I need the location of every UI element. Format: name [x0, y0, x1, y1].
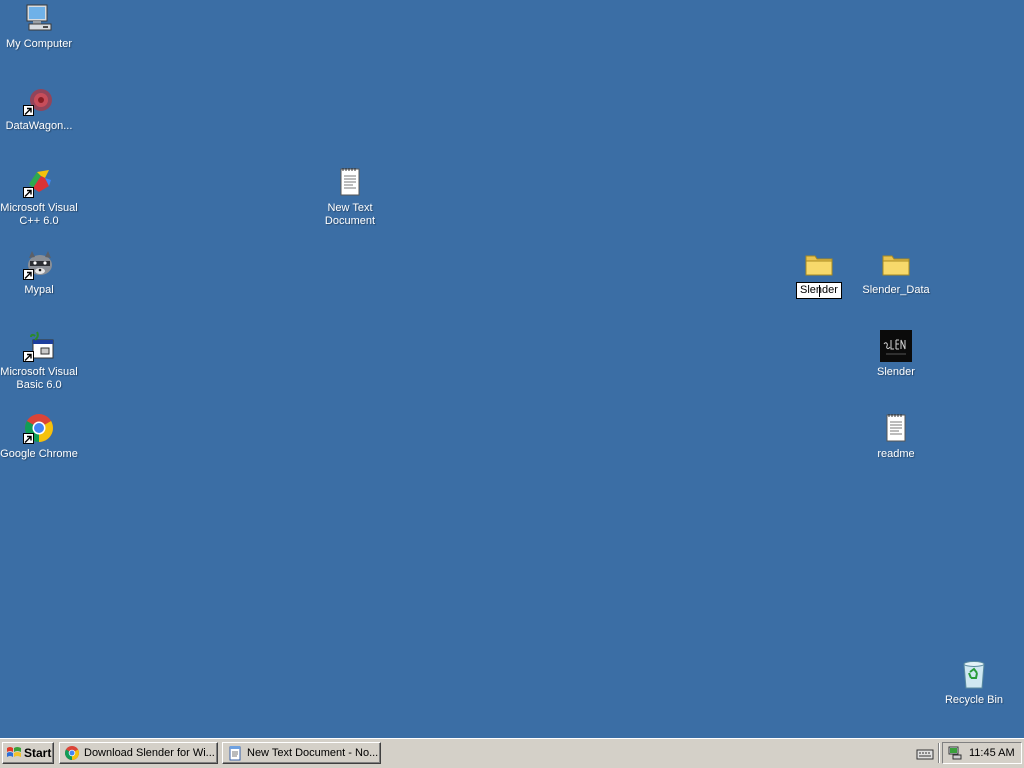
my-computer-shortcut[interactable]: My Computer: [0, 2, 78, 51]
msvb-label: Microsoft Visual Basic 6.0: [0, 366, 78, 391]
chrome-icon: [23, 412, 55, 444]
taskbar-button-label: New Text Document - No...: [247, 747, 379, 759]
visual-basic-icon: [23, 330, 55, 362]
shortcut-arrow-icon: [23, 187, 34, 198]
datawagon-label: DataWagon...: [5, 120, 73, 132]
readme-label: readme: [877, 448, 915, 460]
chrome-icon: [65, 746, 79, 760]
taskbar: Start Download Slender for Wi... New Tex…: [0, 738, 1024, 768]
shortcut-arrow-icon: [23, 433, 34, 444]
msvcpp-shortcut[interactable]: Microsoft Visual C++ 6.0: [0, 166, 78, 228]
new-text-document-label: New Text Document: [324, 202, 376, 227]
new-text-document-file[interactable]: New Text Document: [311, 166, 389, 228]
slender-data-folder[interactable]: Slender_Data: [857, 248, 935, 297]
my-computer-icon: [23, 2, 55, 34]
windows-flag-icon: [7, 747, 21, 757]
visual-cpp-icon: [23, 166, 55, 198]
datawagon-icon: [23, 84, 55, 116]
recycle-bin-icon: [958, 658, 990, 690]
folder-icon: [803, 248, 835, 280]
taskbar-button-label: Download Slender for Wi...: [84, 747, 215, 759]
readme-file[interactable]: readme: [857, 412, 935, 461]
taskbar-button-notepad[interactable]: New Text Document - No...: [222, 742, 381, 764]
msvb-shortcut[interactable]: Microsoft Visual Basic 6.0: [0, 330, 78, 392]
text-document-icon: [334, 166, 366, 198]
start-button[interactable]: Start: [2, 742, 54, 764]
desktop[interactable]: My Computer DataWagon... Microsoft Visua…: [0, 0, 1024, 738]
text-cursor: [819, 285, 821, 297]
slender-game-icon: [880, 330, 912, 362]
datawagon-shortcut[interactable]: DataWagon...: [0, 84, 78, 133]
mypal-raccoon-icon: [23, 248, 55, 280]
slender-exe-label: Slender: [877, 366, 915, 378]
clock[interactable]: 11:45 AM: [969, 747, 1015, 759]
text-document-icon: [880, 412, 912, 444]
recycle-bin[interactable]: Recycle Bin: [935, 658, 1013, 707]
google-chrome-shortcut[interactable]: Google Chrome: [0, 412, 78, 461]
tray-separator: [938, 743, 940, 763]
mypal-shortcut[interactable]: Mypal: [0, 248, 78, 297]
network-icon[interactable]: [947, 745, 963, 761]
my-computer-label: My Computer: [5, 38, 73, 50]
folder-icon: [880, 248, 912, 280]
slender-data-label: Slender_Data: [862, 284, 930, 296]
rename-input[interactable]: Slender: [796, 282, 842, 299]
shortcut-arrow-icon: [23, 105, 34, 116]
google-chrome-label: Google Chrome: [0, 448, 78, 460]
slender-folder[interactable]: Slender: [780, 248, 858, 299]
system-tray: 11:45 AM: [942, 742, 1022, 764]
taskbar-button-chrome[interactable]: Download Slender for Wi...: [59, 742, 218, 764]
recycle-bin-label: Recycle Bin: [944, 694, 1004, 706]
shortcut-arrow-icon: [23, 351, 34, 362]
keyboard-icon[interactable]: [916, 747, 934, 761]
notepad-icon: [229, 746, 241, 761]
start-label: Start: [24, 746, 52, 760]
msvcpp-label: Microsoft Visual C++ 6.0: [0, 202, 78, 227]
shortcut-arrow-icon: [23, 269, 34, 280]
slender-exe[interactable]: Slender: [857, 330, 935, 379]
